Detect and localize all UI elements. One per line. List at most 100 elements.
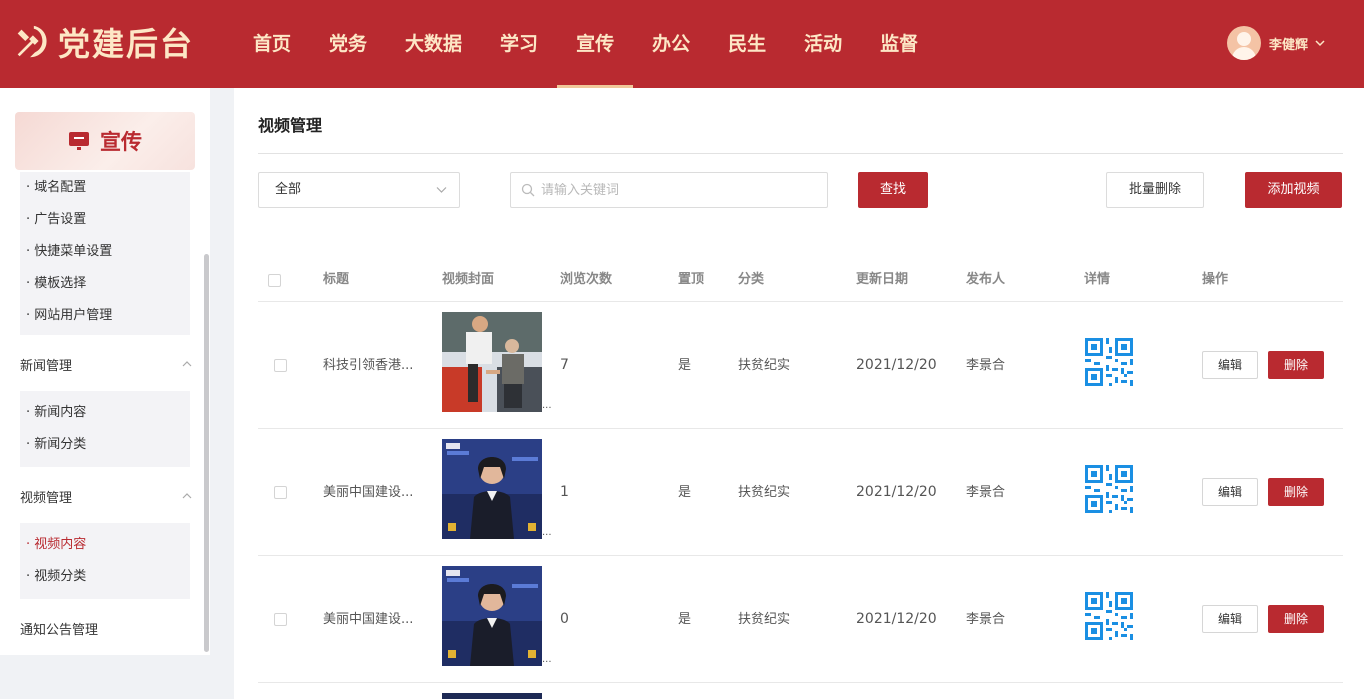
sidebar-item-domain-config[interactable]: · 域名配置 [20, 172, 190, 204]
row-category: 扶贫纪实 [738, 485, 791, 500]
batch-delete-button[interactable]: 批量删除 [1106, 172, 1204, 208]
logo-text: 党建后台 [58, 25, 195, 63]
sidebar-item-ad-settings[interactable]: · 广告设置 [20, 204, 190, 236]
edit-button[interactable]: 编辑 [1202, 605, 1258, 633]
chevron-up-icon [182, 493, 192, 499]
nav-item-party-affairs[interactable]: 党务 [310, 0, 386, 88]
sidebar-scrollbar[interactable] [204, 254, 209, 652]
row-checkbox[interactable] [274, 359, 287, 372]
row-title[interactable]: 美丽中国建设... [323, 556, 413, 683]
row-updated: 2021/12/20 [856, 357, 937, 373]
column-header-pinned[interactable]: 置顶 [678, 262, 704, 302]
search-box[interactable] [510, 172, 828, 208]
edit-button[interactable]: 编辑 [1202, 478, 1258, 506]
hammer-sickle-icon [17, 25, 47, 58]
row-updated: 2021/12/20 [856, 611, 937, 627]
logo[interactable]: 党建后台 [12, 22, 195, 63]
column-header-updated[interactable]: 更新日期 [856, 262, 908, 302]
sidebar-section-notice-label: 通知公告管理 [20, 622, 99, 638]
video-cover-image [442, 439, 542, 539]
row-title[interactable]: 美丽中国建设... [323, 429, 413, 556]
select-all-checkbox[interactable] [268, 274, 281, 287]
video-cover-image [442, 566, 542, 666]
nav-item-study[interactable]: 学习 [481, 0, 557, 88]
search-input[interactable] [541, 182, 821, 198]
search-icon [521, 183, 535, 197]
find-button[interactable]: 查找 [858, 172, 928, 208]
column-header-publisher[interactable]: 发布人 [966, 262, 1005, 302]
sidebar-group-news: · 新闻内容 · 新闻分类 [20, 391, 190, 467]
cover-ellipsis: ... [542, 400, 552, 411]
sidebar-section-notice[interactable]: 通知公告管理 [20, 617, 192, 639]
row-checkbox[interactable] [274, 486, 287, 499]
sidebar-section-video[interactable]: 视频管理 [20, 485, 192, 507]
qr-code-icon[interactable] [1085, 592, 1133, 640]
sidebar-item-template[interactable]: · 模板选择 [20, 268, 190, 300]
sidebar-item-news-content[interactable]: · 新闻内容 [20, 397, 190, 429]
category-select-value: 全部 [275, 182, 302, 197]
qr-code-icon[interactable] [1085, 338, 1133, 386]
page-title: 视频管理 [258, 116, 323, 135]
nav-item-big-data[interactable]: 大数据 [386, 0, 481, 88]
row-pinned: 是 [678, 485, 692, 500]
table-row: 美丽中国建设... ... 0 是 扶贫纪实 2021/12/20 李景合 编辑… [258, 556, 1343, 683]
video-cover-thumbnail[interactable] [442, 312, 542, 412]
add-video-button[interactable]: 添加视频 [1245, 172, 1342, 208]
sidebar-item-news-category[interactable]: · 新闻分类 [20, 429, 190, 461]
sidebar-section-news-label: 新闻管理 [20, 358, 73, 374]
sidebar-group-site: · 域名配置 · 广告设置 · 快捷菜单设置 · 模板选择 · 网站用户管理 [20, 172, 190, 335]
video-cover-thumbnail-partial[interactable] [442, 693, 542, 699]
video-cover-image [442, 312, 542, 412]
column-header-views[interactable]: 浏览次数 [560, 262, 612, 302]
column-header-title[interactable]: 标题 [323, 262, 349, 302]
row-pinned: 是 [678, 612, 692, 627]
chevron-up-icon [182, 361, 192, 367]
column-header-cover[interactable]: 视频封面 [442, 262, 494, 302]
column-header-category[interactable]: 分类 [738, 262, 764, 302]
table-row: 美丽中国建设... ... 1 是 扶贫纪实 2021/12/20 李景合 编辑… [258, 429, 1343, 556]
nav-item-office[interactable]: 办公 [633, 0, 709, 88]
nav-item-home[interactable]: 首页 [234, 0, 310, 88]
table-header: 标题 视频封面 浏览次数 置顶 分类 更新日期 发布人 详情 操作 [258, 262, 1343, 302]
nav-item-livelihood[interactable]: 民生 [709, 0, 785, 88]
edit-button[interactable]: 编辑 [1202, 351, 1258, 379]
chevron-down-icon[interactable] [1314, 37, 1326, 49]
delete-button[interactable]: 删除 [1268, 605, 1324, 633]
row-title[interactable]: 科技引领香港... [323, 302, 413, 429]
qr-code-icon[interactable] [1085, 465, 1133, 513]
delete-button[interactable]: 删除 [1268, 478, 1324, 506]
column-header-actions[interactable]: 操作 [1202, 262, 1228, 302]
category-select[interactable]: 全部 [258, 172, 460, 208]
sidebar-banner-label: 宣传 [100, 130, 142, 154]
user-menu[interactable]: 李健辉 [1226, 26, 1326, 60]
nav-item-supervision[interactable]: 监督 [861, 0, 937, 88]
row-publisher: 李景合 [966, 485, 1006, 500]
row-views: 0 [560, 611, 569, 627]
nav-item-publicity[interactable]: 宣传 [557, 0, 634, 88]
sidebar-item-video-content[interactable]: · 视频内容 [20, 529, 190, 561]
delete-button[interactable]: 删除 [1268, 351, 1324, 379]
main-content: 视频管理 全部 查找 批量删除 添加视频 标题 视频封面 浏览次数 置顶 分类 … [234, 88, 1364, 699]
row-pinned: 是 [678, 358, 692, 373]
sidebar-group-video: · 视频内容 · 视频分类 [20, 523, 190, 599]
row-updated: 2021/12/20 [856, 484, 937, 500]
row-publisher: 李景合 [966, 612, 1006, 627]
nav-item-activities[interactable]: 活动 [785, 0, 861, 88]
video-cover-thumbnail[interactable] [442, 439, 542, 539]
avatar-icon[interactable] [1226, 26, 1261, 60]
row-category: 扶贫纪实 [738, 358, 791, 373]
video-cover-thumbnail[interactable] [442, 566, 542, 666]
sidebar-banner: 宣传 [15, 112, 195, 170]
cover-ellipsis: ... [542, 527, 552, 538]
main-nav: 首页 党务 大数据 学习 宣传 办公 民生 活动 监督 [234, 0, 937, 88]
row-category: 扶贫纪实 [738, 612, 791, 627]
sidebar-item-site-users[interactable]: · 网站用户管理 [20, 300, 190, 332]
sidebar-section-news[interactable]: 新闻管理 [20, 353, 192, 375]
sidebar-item-quick-menu[interactable]: · 快捷菜单设置 [20, 236, 190, 268]
row-checkbox[interactable] [274, 613, 287, 626]
sidebar: 宣传 · 域名配置 · 广告设置 · 快捷菜单设置 · 模板选择 · 网站用户管… [0, 88, 210, 655]
sidebar-item-video-category[interactable]: · 视频分类 [20, 561, 190, 593]
top-header: 党建后台 首页 党务 大数据 学习 宣传 办公 民生 活动 监督 李健辉 [0, 0, 1364, 88]
column-header-detail[interactable]: 详情 [1084, 262, 1110, 302]
chevron-down-icon [436, 187, 447, 193]
